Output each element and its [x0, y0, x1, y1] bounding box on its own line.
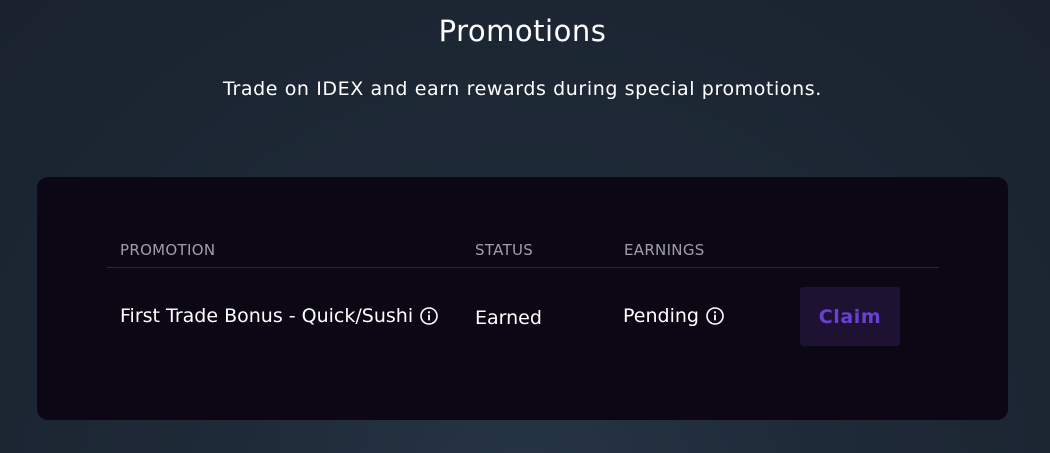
column-header-earnings: EARNINGS: [624, 241, 705, 259]
info-icon[interactable]: [705, 306, 725, 326]
promotions-card: PROMOTION STATUS EARNINGS First Trade Bo…: [37, 177, 1008, 420]
page-subtitle: Trade on IDEX and earn rewards during sp…: [223, 78, 822, 100]
earnings-cell: Pending: [623, 305, 725, 327]
earnings-value: Pending: [623, 305, 699, 327]
table-row: First Trade Bonus - Quick/Sushi Earned P…: [107, 287, 939, 347]
table-header: PROMOTION STATUS EARNINGS: [107, 240, 939, 268]
status-value: Earned: [475, 307, 542, 329]
page-title: Promotions: [438, 14, 607, 48]
column-header-status: STATUS: [475, 241, 534, 259]
status-cell: Earned: [475, 307, 542, 329]
promotion-cell: First Trade Bonus - Quick/Sushi: [120, 305, 439, 327]
column-header-promotion: PROMOTION: [120, 241, 216, 259]
info-icon[interactable]: [419, 306, 439, 326]
promotion-name: First Trade Bonus - Quick/Sushi: [120, 305, 414, 327]
claim-button[interactable]: Claim: [800, 287, 900, 346]
